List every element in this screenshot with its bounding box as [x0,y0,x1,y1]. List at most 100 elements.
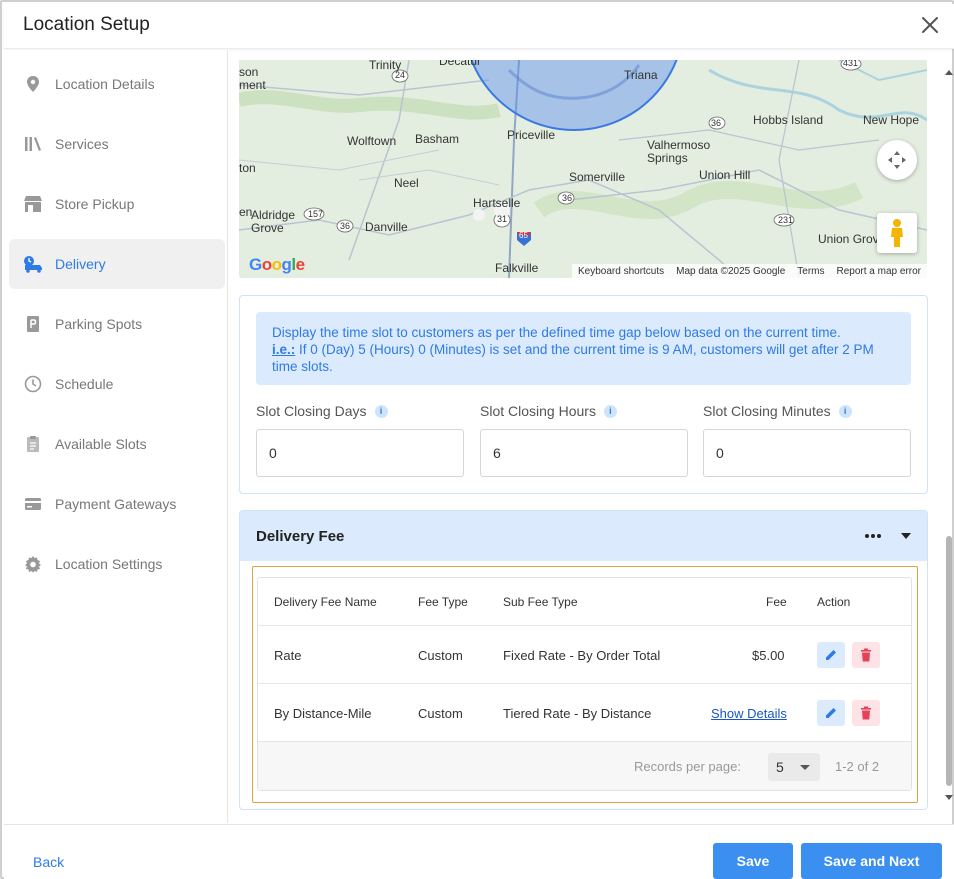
slot-closing-days-input[interactable]: 0 [256,429,464,477]
map-place-label: Hobbs Island [753,113,824,127]
edit-button[interactable] [817,642,845,668]
road-label: 65 [519,231,528,240]
map-place-label: en [239,205,253,219]
map-data-label: Map data ©2025 Google [676,265,786,277]
show-details-link[interactable]: Show Details [711,706,787,721]
fee-cell: $5.00 [752,648,785,663]
sidebar-item-label: Location Details [55,76,155,92]
back-button[interactable]: Back [33,854,64,870]
road-label: 431 [843,60,859,68]
sidebar-item-label: Available Slots [55,436,147,452]
slot-closing-hours-label: Slot Closing Hours i [480,403,617,419]
sidebar-item-services[interactable]: Services [9,119,225,169]
records-per-page-value: 5 [776,759,784,775]
scroll-down-icon[interactable] [945,795,953,800]
info-text: Display the time slot to customers as pe… [272,325,841,340]
edit-button[interactable] [817,700,845,726]
map-place-label: Union Hill [699,168,751,182]
google-logo: Google [249,255,305,274]
sidebar-item-label: Location Settings [55,556,163,572]
delivery-fee-body: Delivery Fee Name Fee Type Sub Fee Type … [252,566,918,803]
sidebar-item-label: Delivery [55,256,106,272]
road-label: 231 [778,215,794,225]
info-icon[interactable]: i [838,404,852,418]
street-view-pegman[interactable] [877,213,917,253]
road-label: 31 [497,214,508,224]
save-and-next-button[interactable]: Save and Next [801,843,942,879]
fee-name-cell: Rate [274,648,302,663]
road-label: 36 [340,221,351,231]
column-header-sub-fee-type: Sub Fee Type [503,595,578,609]
slot-closing-minutes-input[interactable]: 0 [703,429,911,477]
sidebar-item-schedule[interactable]: Schedule [9,359,225,409]
sidebar-item-label: Parking Spots [55,316,143,332]
report-map-error-link[interactable]: Report a map error [837,266,921,277]
info-icon[interactable]: i [603,404,617,418]
records-per-page-label: Records per page: [634,759,741,774]
more-options-icon[interactable] [863,527,883,545]
sidebar-item-payment-gateways[interactable]: Payment Gateways [9,479,225,529]
road-label: 36 [562,193,573,203]
content-scrollbar[interactable] [944,64,954,804]
map-place-label: Decatur [439,60,482,68]
dialog-title: Location Setup [23,14,150,35]
slot-closing-minutes-label: Slot Closing Minutes i [703,403,852,419]
services-icon [23,134,43,154]
sidebar-item-delivery[interactable]: Delivery [9,239,225,289]
delivery-fee-card: Delivery Fee Delivery Fee Name Fee Type … [239,510,928,810]
map-place-label: Neel [394,176,419,190]
sidebar-item-location-settings[interactable]: Location Settings [9,539,225,589]
slot-closing-days-label: Slot Closing Days i [256,403,388,419]
table-header-row: Delivery Fee Name Fee Type Sub Fee Type … [258,578,911,626]
delete-button[interactable] [852,700,880,726]
sidebar-item-location-details[interactable]: Location Details [9,59,225,109]
keyboard-shortcuts-link[interactable]: Keyboard shortcuts [578,266,664,277]
map-view[interactable]: Trinity Decatur Triana Hobbs Island New … [239,60,927,278]
save-button[interactable]: Save [713,843,793,879]
sidebar-item-label: Payment Gateways [55,496,177,512]
records-per-page-select[interactable]: 5 [768,753,820,781]
sidebar-item-parking-spots[interactable]: Parking Spots [9,299,225,349]
sidebar-item-label: Services [55,136,109,152]
table-row: Rate Custom Fixed Rate - By Order Total … [258,626,911,684]
map-place-label: Falkville [495,261,539,275]
main-content: Trinity Decatur Triana Hobbs Island New … [229,50,944,823]
delivery-fee-header[interactable]: Delivery Fee [240,511,927,561]
field-label-text: Slot Closing Hours [480,403,596,419]
close-icon[interactable] [920,15,940,35]
fee-name-cell: By Distance-Mile [274,706,372,721]
clipboard-icon [23,434,43,454]
sidebar-item-store-pickup[interactable]: Store Pickup [9,179,225,229]
map-attribution: Keyboard shortcuts Map data ©2025 Google… [571,264,927,278]
map-place-label: Wolftown [347,134,397,148]
delete-button[interactable] [852,642,880,668]
pagination-range: 1-2 of 2 [835,759,880,774]
pegman-icon [891,219,903,247]
sub-fee-type-cell: Tiered Rate - By Distance [503,706,652,721]
sidebar-item-available-slots[interactable]: Available Slots [9,419,225,469]
field-label-text: Slot Closing Days [256,403,367,419]
delivery-fee-table: Delivery Fee Name Fee Type Sub Fee Type … [257,577,912,791]
map-pan-control[interactable] [877,140,917,180]
info-example-label: i.e.: [272,342,296,357]
column-header-fee-type: Fee Type [418,595,468,609]
table-pagination: Records per page: 5 1-2 of 2 [258,742,911,790]
column-header-fee: Fee [766,595,787,609]
scroll-up-icon[interactable] [945,70,953,75]
road-label: 157 [308,209,324,219]
map-place-label: son ment [239,65,266,92]
slot-closing-hours-input[interactable]: 6 [480,429,688,477]
map-place-label: New Hope [863,113,920,127]
store-icon [23,194,43,214]
info-icon[interactable]: i [374,404,388,418]
terms-link[interactable]: Terms [797,266,824,277]
map-place-label: Danville [365,220,408,234]
map-place-label: ton [239,161,256,175]
map-place-label: Union Grove [818,232,886,246]
trash-icon [861,648,871,662]
road-label: 24 [395,70,406,80]
info-example-text: If 0 (Day) 5 (Hours) 0 (Minutes) is set … [272,342,874,374]
sidebar-item-label: Schedule [55,376,114,392]
collapse-caret-icon[interactable] [897,527,915,545]
scroll-thumb[interactable] [946,536,952,786]
